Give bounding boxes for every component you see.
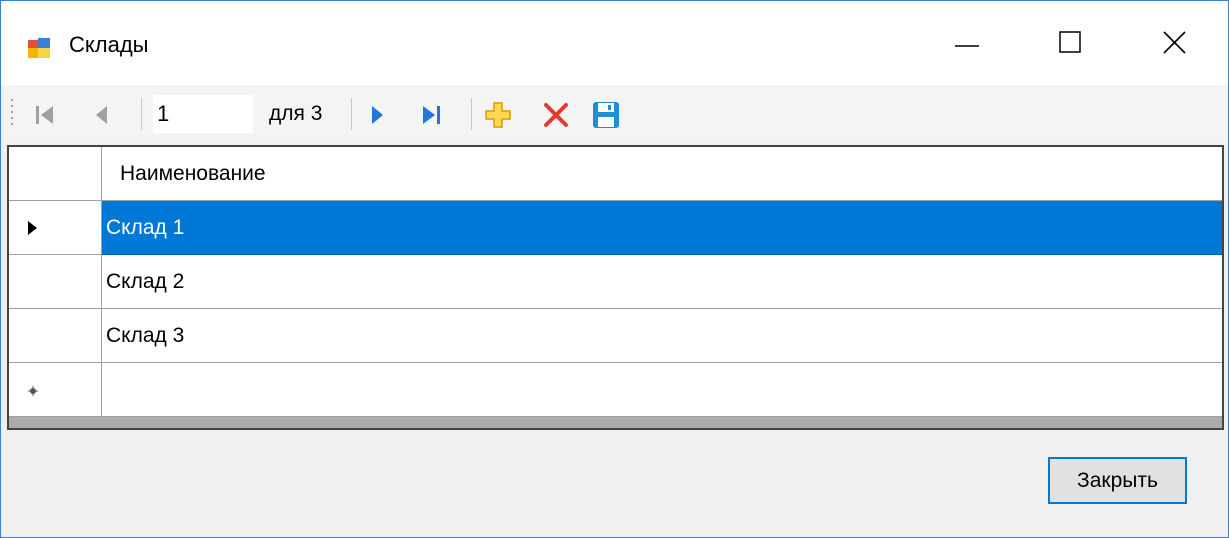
warehouses-window: Склады 1 для 3 Наименование Склад 1 Скла… <box>0 0 1229 538</box>
minimize-icon <box>955 45 979 47</box>
move-last-icon[interactable] <box>417 100 447 130</box>
table-row[interactable]: Склад 1 <box>9 201 1222 255</box>
close-window-button[interactable] <box>1129 1 1221 85</box>
toolbar-separator <box>351 98 352 130</box>
move-next-icon[interactable] <box>363 100 393 130</box>
new-row-indicator-icon <box>28 386 38 396</box>
maximize-icon <box>1059 31 1081 53</box>
toolbar-separator <box>141 98 142 130</box>
delete-icon[interactable] <box>541 100 571 130</box>
table-row[interactable]: Склад 3 <box>9 309 1222 363</box>
row-header-cell[interactable] <box>9 363 102 417</box>
row-header-cell[interactable] <box>9 255 102 309</box>
position-input[interactable] <box>153 95 253 133</box>
grid-cell-name[interactable] <box>102 363 1222 417</box>
save-icon[interactable] <box>591 100 621 130</box>
add-new-icon[interactable] <box>483 100 513 130</box>
row-header-cell[interactable] <box>9 309 102 363</box>
maximize-button[interactable] <box>1025 1 1117 85</box>
close-icon <box>1163 31 1186 54</box>
toolbar-grip[interactable] <box>10 97 14 129</box>
move-first-icon[interactable] <box>31 100 61 130</box>
warehouses-grid[interactable]: Наименование Склад 1 Склад 2 Склад 3 <box>7 145 1224 430</box>
minimize-button[interactable] <box>921 1 1013 85</box>
current-row-indicator-icon <box>28 221 37 235</box>
close-button[interactable]: Закрыть <box>1048 457 1187 504</box>
table-row[interactable]: Склад 2 <box>9 255 1222 309</box>
window-title: Склады <box>69 32 149 57</box>
move-previous-icon[interactable] <box>87 100 117 130</box>
grid-cell-name[interactable]: Склад 3 <box>102 309 1222 363</box>
new-row[interactable] <box>9 363 1222 417</box>
column-header-row: Наименование <box>9 147 1222 201</box>
grid-cell-name[interactable]: Склад 2 <box>102 255 1222 309</box>
title-bar[interactable]: Склады <box>1 1 1228 85</box>
toolbar-separator <box>471 98 472 130</box>
column-header-name[interactable]: Наименование <box>102 147 1222 201</box>
app-forms-icon <box>28 38 50 58</box>
count-label: для 3 <box>269 102 323 125</box>
grid-cell-name[interactable]: Склад 1 <box>102 201 1222 255</box>
top-left-header-cell[interactable] <box>9 147 102 201</box>
binding-navigator-toolbar: для 3 <box>1 85 1228 143</box>
row-header-cell[interactable] <box>9 201 102 255</box>
